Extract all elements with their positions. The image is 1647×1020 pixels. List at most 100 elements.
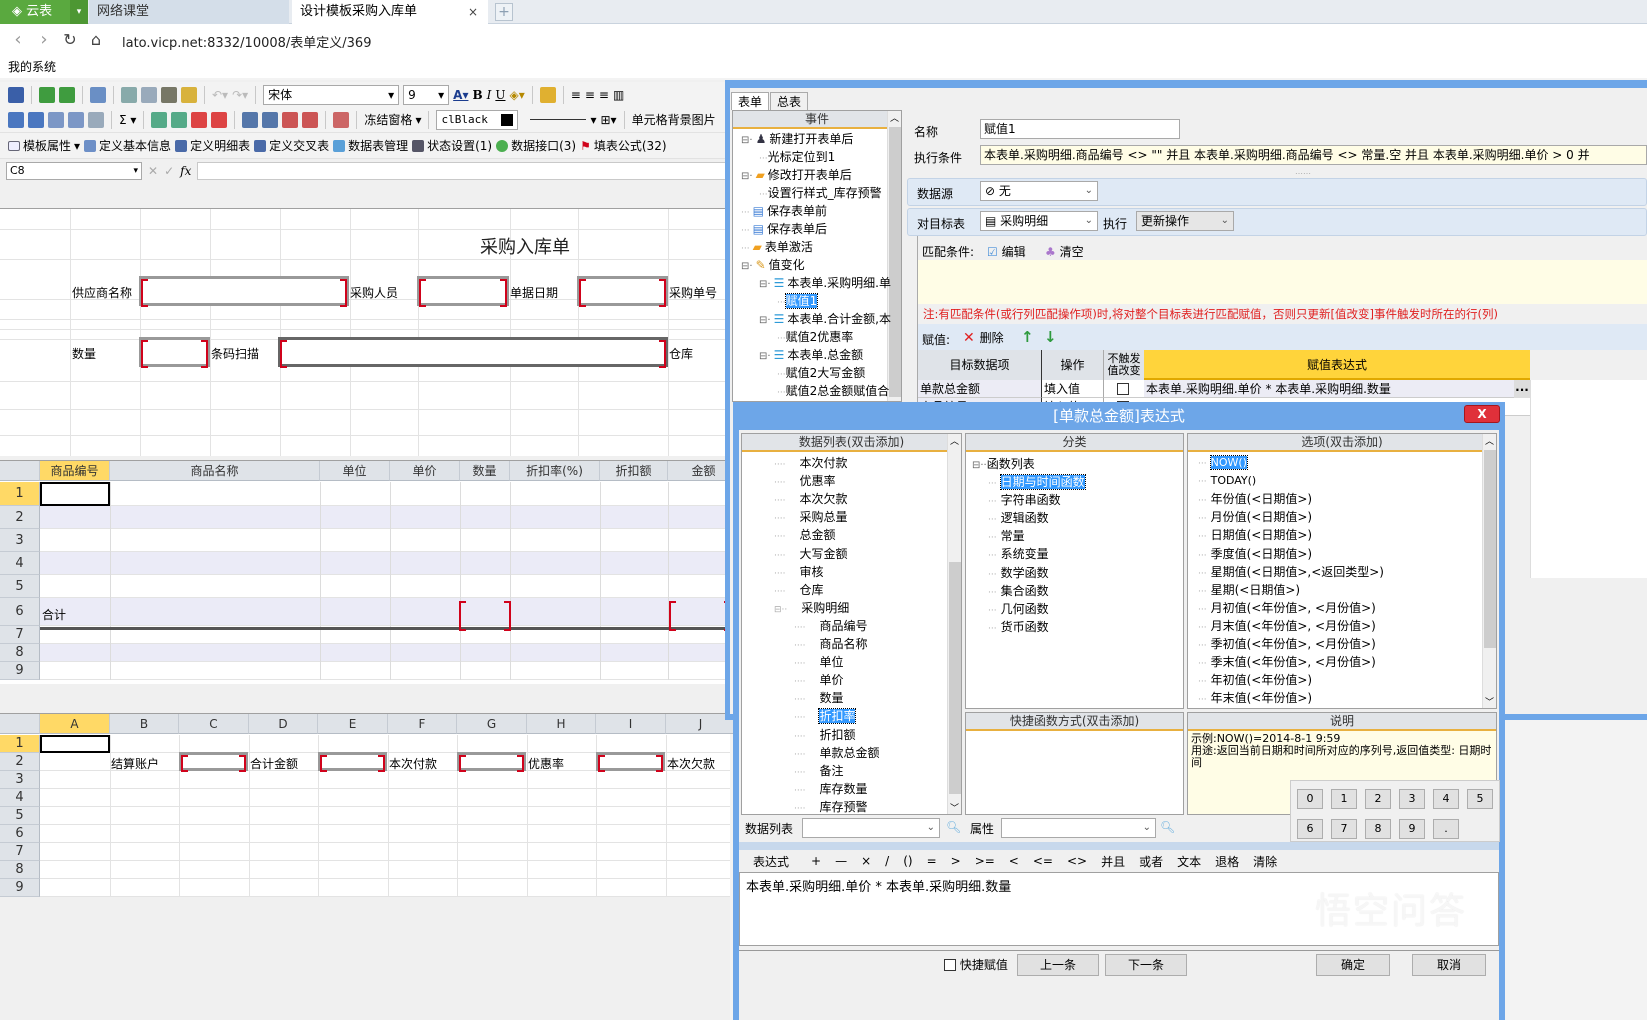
row-header[interactable]: 7	[0, 626, 40, 644]
excel-export-icon[interactable]	[59, 86, 75, 103]
event-tree-node[interactable]: ⊟· ☰ 本表单.合计金额,本	[759, 311, 891, 329]
operator-button[interactable]: ×	[861, 854, 871, 868]
qty-field[interactable]	[139, 337, 210, 368]
operator-button[interactable]: >	[951, 854, 961, 868]
event-tree-scrollbar[interactable]: ︿	[887, 111, 901, 401]
dialog-close-button[interactable]: X	[1464, 405, 1500, 423]
category-item[interactable]: ··· 常量	[988, 528, 1025, 546]
option-item[interactable]: ··· 季末值(<年份值>, <月份值>)	[1198, 654, 1376, 672]
brand-dropdown-button[interactable]: ▾	[70, 0, 88, 24]
italic-icon[interactable]: I	[487, 88, 492, 102]
rows-icon[interactable]	[48, 111, 64, 128]
next-button[interactable]: 下一条	[1105, 954, 1187, 976]
data-list-item[interactable]: ···· 优惠率	[774, 473, 835, 491]
border-icon[interactable]: ⊞▾	[601, 113, 617, 127]
close-tab-icon[interactable]: ×	[468, 0, 478, 24]
sum-icon[interactable]: Σ ▾	[119, 113, 136, 127]
cell-bg-image-button[interactable]: 单元格背景图片	[632, 111, 716, 128]
clear-button[interactable]: ♣ 清空	[1045, 243, 1084, 260]
keypad-button[interactable]: 3	[1399, 789, 1425, 809]
footer-field[interactable]	[179, 752, 248, 772]
data-list-item[interactable]: ···· 仓库	[774, 582, 823, 600]
keypad-button[interactable]: 0	[1297, 789, 1323, 809]
no-trigger-checkbox[interactable]	[1104, 380, 1144, 398]
browser-brand-button[interactable]: ◈ 云表	[0, 0, 70, 24]
column-header[interactable]: B	[110, 714, 179, 734]
scroll-down-icon[interactable]: ﹀	[1483, 695, 1496, 708]
row-header[interactable]: 7	[0, 843, 40, 861]
exec-select[interactable]: 更新操作 ⌄	[1136, 211, 1234, 231]
status-settings-button[interactable]: 状态设置(1)	[412, 137, 492, 154]
fill-formula-button[interactable]: ⚑ 填表公式(32)	[580, 137, 666, 154]
column-header[interactable]: I	[596, 714, 666, 734]
basic-info-button[interactable]: 定义基本信息	[84, 137, 171, 154]
grid-icon[interactable]	[8, 111, 24, 128]
footer-field[interactable]	[457, 752, 526, 772]
merge-icon[interactable]	[88, 111, 104, 128]
data-list-item[interactable]: ···· 本次付款	[774, 455, 847, 473]
keypad-button[interactable]: 4	[1433, 789, 1459, 809]
edit-button[interactable]: ☑ 编辑	[987, 243, 1026, 260]
column-header[interactable]: 单价	[390, 461, 460, 481]
data-list-item[interactable]: ···· 本次欠款	[774, 491, 847, 509]
column-header[interactable]: 商品名称	[110, 461, 320, 481]
barcode-field[interactable]	[278, 337, 668, 368]
row-header[interactable]: 1	[0, 735, 40, 753]
option-item[interactable]: ··· 月初值(<年份值>, <月份值>)	[1198, 600, 1376, 618]
column-header[interactable]: E	[318, 714, 388, 734]
keypad-button[interactable]: 9	[1399, 819, 1425, 839]
data-list-scrollbar[interactable]: ︿ ﹀	[947, 434, 961, 814]
data-list-item[interactable]: ···· 采购总量	[774, 509, 847, 527]
template-props-button[interactable]: 模板属性 ▾	[8, 137, 80, 154]
keypad-button[interactable]: 6	[1297, 819, 1323, 839]
category-item[interactable]: ··· 几何函数	[988, 601, 1049, 619]
scroll-up-icon[interactable]: ︿	[948, 434, 961, 447]
data-list-item[interactable]: ···· 商品编号	[794, 618, 867, 636]
data-list-item[interactable]: ···· 单位	[794, 654, 843, 672]
footer-field[interactable]	[318, 752, 387, 772]
category-item[interactable]: ··· 系统变量	[988, 546, 1049, 564]
category-root[interactable]: ⊟··函数列表	[972, 456, 1035, 474]
event-tree-node[interactable]: ··· ▤ 保存表单前	[741, 203, 827, 221]
expand-icon[interactable]: ⊟··	[774, 605, 787, 615]
columns-icon[interactable]	[68, 111, 84, 128]
cut-icon[interactable]	[121, 86, 137, 103]
browser-tab[interactable]: 网络课堂	[89, 0, 289, 24]
bookmark-my-system[interactable]: 我的系统	[0, 56, 1647, 78]
option-item[interactable]: ··· 年份值(<日期值>)	[1198, 491, 1312, 509]
date-field[interactable]	[577, 276, 668, 307]
search-icon[interactable]: 🔍︎	[946, 820, 961, 834]
align-center-icon[interactable]: ≡	[585, 88, 595, 102]
data-list-item[interactable]: ···· 库存预警	[794, 799, 867, 817]
expand-icon[interactable]: ⊟·	[759, 351, 771, 362]
operator-button[interactable]: 或者	[1139, 853, 1163, 870]
format-brush-icon[interactable]	[181, 86, 197, 103]
keypad-button[interactable]: 5	[1467, 789, 1493, 809]
data-list-item[interactable]: ···· 备注	[794, 763, 843, 781]
barcode-icon[interactable]: ▥	[613, 88, 624, 102]
line-color-select[interactable]: clBlack	[436, 109, 519, 130]
row-header[interactable]: 8	[0, 644, 40, 662]
row-header[interactable]: 8	[0, 861, 40, 879]
font-name-select[interactable]: 宋体 ▾	[263, 84, 400, 105]
total-qty-field[interactable]	[459, 601, 511, 631]
underline-icon[interactable]: U	[495, 88, 505, 102]
expand-icon[interactable]: ⊟·	[741, 171, 753, 182]
option-item[interactable]: ··· 日期值(<日期值>)	[1198, 527, 1312, 545]
column-header[interactable]: 单位	[320, 461, 390, 481]
browser-tab-active[interactable]: 设计模板采购入库单 ×	[292, 0, 488, 24]
datalist-select[interactable]: ⌄	[802, 818, 940, 838]
operator-button[interactable]: >=	[975, 854, 995, 868]
category-item[interactable]: ··· 字符串函数	[988, 492, 1061, 510]
quick-assign-checkbox[interactable]: 快捷赋值	[944, 956, 1008, 973]
match-condition-area[interactable]	[918, 260, 1647, 304]
percent-icon[interactable]	[333, 111, 350, 128]
column-header[interactable]: 折扣率(%)	[510, 461, 600, 481]
row-header[interactable]: 5	[0, 575, 40, 598]
event-tree-node[interactable]: ⊟· ♟ 新建打开表单后	[741, 131, 853, 149]
target-cell[interactable]: 单款总金额	[918, 380, 1042, 398]
remove-col-icon[interactable]	[302, 111, 319, 128]
column-header[interactable]: 折扣额	[600, 461, 668, 481]
row-header[interactable]: 6	[0, 598, 40, 626]
excel-import-icon[interactable]	[39, 86, 55, 103]
